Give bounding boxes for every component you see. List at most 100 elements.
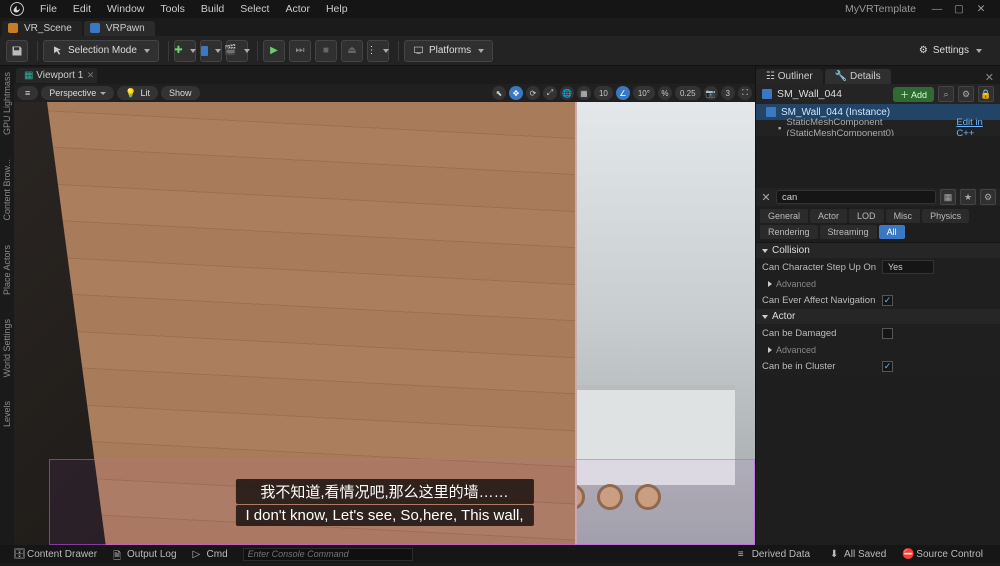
camera-speed[interactable]: 3 <box>721 86 735 100</box>
tab-vr-scene[interactable]: VR_Scene <box>2 21 82 36</box>
platforms-label: Platforms <box>429 45 471 56</box>
favorite-icon[interactable]: ★ <box>960 189 976 205</box>
window-close-icon[interactable]: ✕ <box>970 3 992 15</box>
scale-tool[interactable]: ⤢ <box>543 86 557 100</box>
outliner-icon: ☷ <box>766 71 775 82</box>
step-up-dropdown[interactable]: Yes <box>882 260 934 274</box>
search-view-icon[interactable]: ▦ <box>940 189 956 205</box>
clear-search-button[interactable]: ✕ <box>760 191 772 204</box>
platforms-button[interactable]: Platforms <box>404 40 493 62</box>
viewport-3d[interactable]: 我不知道,看情况吧,那么这里的墙…… I don't know, Let's s… <box>14 102 755 545</box>
sidetab-world-settings[interactable]: World Settings <box>2 319 12 377</box>
chip-rendering[interactable]: Rendering <box>760 225 818 239</box>
chip-misc[interactable]: Misc <box>886 209 921 223</box>
advanced-toggle[interactable]: Advanced <box>756 342 1000 357</box>
chip-lod[interactable]: LOD <box>849 209 884 223</box>
selection-mode-button[interactable]: Selection Mode <box>43 40 159 62</box>
sidetab-content-browser[interactable]: Content Brow... <box>2 159 12 221</box>
play-button[interactable]: ▶ <box>263 40 285 62</box>
menu-file[interactable]: File <box>32 3 65 15</box>
grid-snap[interactable]: 10 <box>594 86 613 100</box>
coord-toggle[interactable]: 🌐 <box>560 86 574 100</box>
add-content-button[interactable]: ✚ <box>174 40 196 62</box>
menu-actor[interactable]: Actor <box>277 3 318 15</box>
viewport-icon: ▦ <box>24 70 33 81</box>
stop-button[interactable]: ■ <box>315 40 337 62</box>
cmd-dropdown[interactable]: ▷Cmd <box>186 547 239 561</box>
translate-tool[interactable]: ✥ <box>509 86 523 100</box>
output-log-button[interactable]: 🗎Output Log <box>106 547 183 561</box>
menu-window[interactable]: Window <box>99 3 152 15</box>
advanced-toggle[interactable]: Advanced <box>756 276 1000 291</box>
angle-snap[interactable]: 10° <box>633 86 655 100</box>
add-component-button[interactable]: ＋ Add <box>893 87 934 102</box>
menu-bar: File Edit Window Tools Build Select Acto… <box>0 0 1000 18</box>
category-chips: General Actor LOD Misc Physics Rendering… <box>756 206 1000 243</box>
all-saved-indicator[interactable]: ⬇All Saved <box>823 547 893 561</box>
tab-vrpawn[interactable]: VRPawn <box>84 21 155 36</box>
damaged-checkbox[interactable] <box>882 328 893 339</box>
platforms-icon <box>413 45 424 56</box>
menu-tools[interactable]: Tools <box>152 3 193 15</box>
category-collision[interactable]: Collision <box>756 243 1000 258</box>
perspective-dropdown[interactable]: Perspective <box>41 86 114 100</box>
play-options[interactable]: ⋮ <box>367 40 389 62</box>
category-actor[interactable]: Actor <box>756 309 1000 324</box>
sidetab-place-actors[interactable]: Place Actors <box>2 245 12 295</box>
sidetab-gpu-lightmass[interactable]: GPU Lightmass <box>2 72 12 135</box>
save-button[interactable] <box>6 40 28 62</box>
maximize-viewport[interactable]: ⛶ <box>738 86 752 100</box>
skip-button[interactable]: ⏭ <box>289 40 311 62</box>
console-input[interactable] <box>243 548 413 561</box>
eject-button[interactable]: ⏏ <box>341 40 363 62</box>
viewport-tab[interactable]: ▦ Viewport 1 ✕ <box>16 68 97 83</box>
source-control-button[interactable]: ⛔Source Control <box>895 547 994 561</box>
lit-dropdown[interactable]: 💡Lit <box>117 86 158 100</box>
chip-streaming[interactable]: Streaming <box>820 225 877 239</box>
cinematics-dropdown[interactable]: 🎬 <box>226 40 248 62</box>
actor-icon <box>762 89 772 99</box>
rotate-tool[interactable]: ⟳ <box>526 86 540 100</box>
chip-physics[interactable]: Physics <box>922 209 969 223</box>
camera-speed-icon[interactable]: 📷 <box>704 86 718 100</box>
sidetab-levels[interactable]: Levels <box>2 401 12 427</box>
menu-select[interactable]: Select <box>232 3 277 15</box>
menu-build[interactable]: Build <box>193 3 232 15</box>
blueprint-dropdown[interactable] <box>200 40 222 62</box>
affect-nav-checkbox[interactable] <box>882 295 893 306</box>
search-settings-icon[interactable]: ⚙ <box>980 189 996 205</box>
close-icon[interactable]: ✕ <box>979 71 1000 84</box>
source-control-icon: ⛔ <box>902 549 912 559</box>
menu-edit[interactable]: Edit <box>65 3 99 15</box>
settings-button[interactable]: ⚙ Settings <box>911 40 990 62</box>
select-tool[interactable]: ⬉ <box>492 86 506 100</box>
angle-snap-toggle[interactable]: ∠ <box>616 86 630 100</box>
project-name: MyVRTemplate <box>845 3 916 15</box>
show-dropdown[interactable]: Show <box>161 86 200 100</box>
lock-button[interactable]: 🔒 <box>978 86 994 102</box>
component-options-button[interactable]: ⚙ <box>958 86 974 102</box>
tab-outliner[interactable]: ☷ Outliner <box>756 69 823 84</box>
tab-details[interactable]: 🔧 Details <box>825 69 891 84</box>
cluster-checkbox[interactable] <box>882 361 893 372</box>
surface-snap[interactable]: ▦ <box>577 86 591 100</box>
window-minimize-icon[interactable]: — <box>926 3 948 15</box>
prop-step-up: Can Character Step Up On Yes <box>756 258 1000 276</box>
floppy-icon <box>11 45 23 57</box>
derived-data-button[interactable]: ≡Derived Data <box>731 547 821 561</box>
chip-general[interactable]: General <box>760 209 808 223</box>
content-drawer-button[interactable]: 🗄Content Drawer <box>6 547 104 561</box>
window-restore-icon[interactable]: ▢ <box>948 3 970 15</box>
browse-to-asset-button[interactable]: ⌕ <box>938 86 954 102</box>
details-search-row: ✕ ▦ ★ ⚙ <box>756 188 1000 206</box>
close-icon[interactable]: ✕ <box>87 70 95 81</box>
details-search-input[interactable] <box>776 190 936 204</box>
chip-all[interactable]: All <box>879 225 905 239</box>
viewport-options[interactable]: ≡ <box>17 86 38 100</box>
details-icon: 🔧 <box>835 71 847 82</box>
scale-snap-toggle[interactable]: % <box>658 86 672 100</box>
component-tree-item[interactable]: ▪ StaticMeshComponent (StaticMeshCompone… <box>756 120 1000 136</box>
chip-actor[interactable]: Actor <box>810 209 847 223</box>
menu-help[interactable]: Help <box>318 3 356 15</box>
scale-snap[interactable]: 0.25 <box>675 86 701 100</box>
